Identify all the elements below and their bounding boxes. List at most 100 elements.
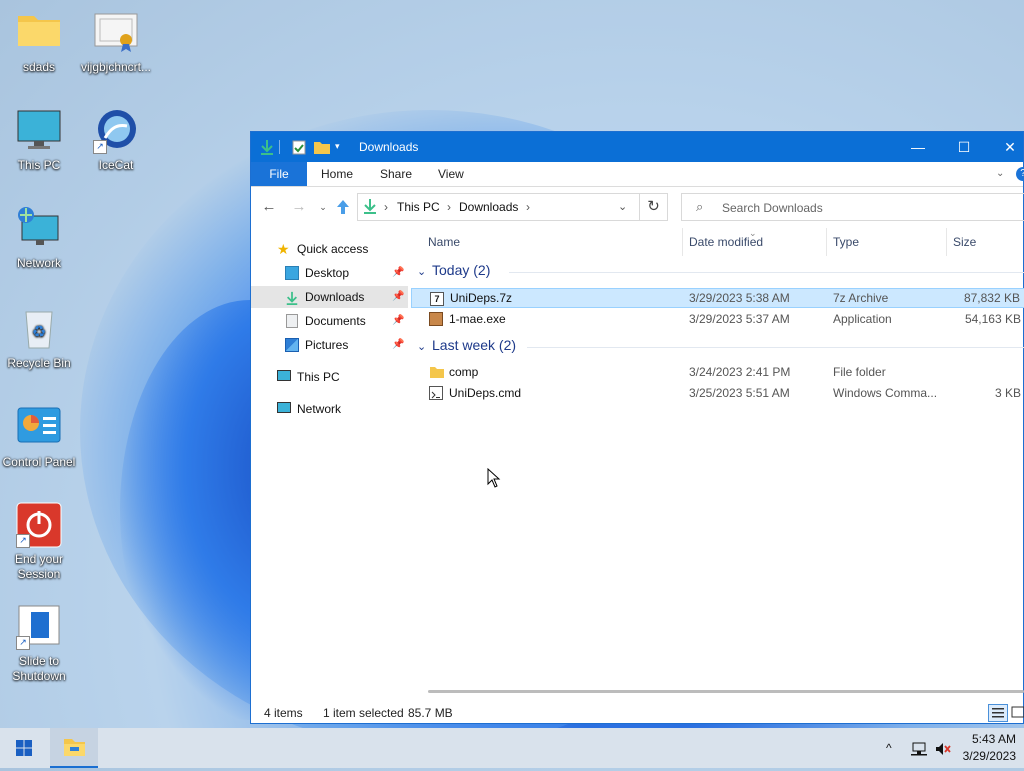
window-title: Downloads: [359, 140, 419, 154]
pin-icon[interactable]: 📌: [392, 334, 404, 356]
desktop-icon-label: Slide to Shutdown: [12, 654, 66, 683]
breadcrumb-separator-icon: ›: [384, 200, 388, 214]
start-button[interactable]: [0, 728, 48, 768]
file-row-1-mae-exe[interactable]: 1-mae.exe 3/29/2023 5:37 AM Application …: [411, 309, 1024, 329]
search-input[interactable]: ⌕ Search Downloads: [681, 193, 1024, 221]
nav-network[interactable]: Network: [251, 398, 408, 420]
status-size: 85.7 MB: [408, 706, 453, 720]
new-folder-icon[interactable]: [313, 139, 331, 155]
tab-home[interactable]: Home: [321, 162, 353, 186]
desktop-icon-network[interactable]: Network: [0, 206, 78, 271]
desktop-icon-end-session[interactable]: ↗ End your Session: [0, 502, 78, 582]
desktop-icon-label: Control Panel: [2, 455, 76, 469]
desktop-folder-icon: [285, 266, 299, 280]
chevron-down-icon[interactable]: ▾: [335, 141, 340, 157]
pin-icon[interactable]: 📌: [392, 286, 404, 308]
nav-quick-access[interactable]: ★ Quick access: [251, 238, 408, 260]
taskbar-file-explorer-button[interactable]: [50, 728, 98, 768]
file-date: 3/29/2023 5:37 AM: [689, 312, 790, 326]
tab-view[interactable]: View: [438, 162, 464, 186]
desktop-icon-label: sdads: [22, 60, 56, 74]
address-bar[interactable]: › This PC › Downloads › ⌄: [357, 193, 640, 221]
file-name: UniDeps.7z: [450, 291, 513, 305]
column-header-name[interactable]: Name: [428, 232, 460, 252]
breadcrumb-this-pc[interactable]: This PC: [397, 200, 440, 214]
folder-icon: [429, 365, 444, 379]
properties-icon[interactable]: [291, 139, 307, 155]
group-header-last-week[interactable]: ⌄ Last week (2): [415, 337, 1024, 357]
horizontal-scrollbar[interactable]: [428, 690, 1024, 693]
large-icons-view-button[interactable]: [1010, 704, 1024, 722]
file-row-unideps-cmd[interactable]: UniDeps.cmd 3/25/2023 5:51 AM Windows Co…: [411, 383, 1024, 403]
system-clock[interactable]: 5:43 AM 3/29/2023: [963, 731, 1016, 765]
file-date: 3/29/2023 5:38 AM: [689, 291, 790, 305]
show-hidden-icons-chevron-icon[interactable]: ^: [886, 728, 892, 768]
taskbar: ^ 5:43 AM 3/29/2023: [0, 728, 1024, 768]
file-name: UniDeps.cmd: [449, 386, 522, 400]
group-header-today[interactable]: ⌄ Today (2): [415, 262, 1024, 282]
desktop-icon-label: IceCat: [98, 158, 134, 172]
certificate-icon: [93, 10, 139, 56]
column-header-type[interactable]: Type: [833, 232, 859, 252]
nav-label: Documents: [305, 314, 366, 328]
nav-documents[interactable]: Documents 📌: [251, 310, 408, 332]
file-name: comp: [449, 365, 479, 379]
details-view-button[interactable]: [988, 704, 1008, 722]
desktop-icon-certificate[interactable]: vijgbjchncrt...: [77, 10, 155, 75]
desktop-icon-this-pc[interactable]: This PC: [0, 108, 78, 173]
nav-downloads[interactable]: Downloads 📌: [251, 286, 408, 308]
forward-arrow-icon[interactable]: →: [289, 197, 309, 217]
breadcrumb-separator-icon: ›: [447, 200, 451, 214]
file-row-unideps-7z[interactable]: 7 UniDeps.7z 3/29/2023 5:38 AM 7z Archiv…: [411, 288, 1024, 308]
maximize-button[interactable]: ☐: [941, 132, 987, 162]
volume-muted-icon[interactable]: [934, 728, 952, 768]
group-title: Today (2): [432, 262, 491, 278]
chevron-down-icon: ⌄: [417, 266, 427, 278]
desktop-icon-slide-shutdown[interactable]: ↗ Slide to Shutdown: [0, 604, 78, 684]
tab-file[interactable]: File: [251, 162, 307, 186]
recycle-bin-icon: ♻: [16, 306, 62, 352]
search-placeholder: Search Downloads: [722, 201, 823, 215]
recent-locations-chevron-icon[interactable]: ⌄: [313, 197, 333, 217]
close-button[interactable]: ✕: [987, 132, 1024, 162]
mouse-cursor-icon: [487, 468, 501, 488]
download-arrow-icon: [285, 290, 299, 305]
address-dropdown-icon[interactable]: ⌄: [618, 200, 627, 213]
up-arrow-icon[interactable]: [333, 197, 353, 217]
pin-icon[interactable]: 📌: [392, 262, 404, 284]
column-separator[interactable]: [826, 228, 827, 256]
column-separator[interactable]: [682, 228, 683, 256]
pin-icon[interactable]: 📌: [392, 310, 404, 332]
file-type: Windows Comma...: [833, 386, 938, 400]
status-bar: 4 items 1 item selected 85.7 MB: [251, 702, 1024, 724]
file-list: Name Date modified ⌄ Type Size ⌄ Today (…: [411, 228, 1024, 683]
power-icon: ↗: [16, 502, 62, 548]
file-date: 3/25/2023 5:51 AM: [689, 386, 790, 400]
help-icon[interactable]: ?: [1016, 167, 1024, 181]
desktop-icon-label: End your Session: [14, 552, 64, 581]
desktop-icon-label: Network: [16, 256, 61, 270]
column-separator[interactable]: [946, 228, 947, 256]
desktop-icon-control-panel[interactable]: Control Panel: [0, 405, 78, 470]
clock-time: 5:43 AM: [971, 732, 1016, 746]
nav-this-pc[interactable]: This PC: [251, 366, 408, 388]
network-icon: [16, 206, 62, 252]
ribbon-expand-icon[interactable]: ⌄: [996, 162, 1004, 186]
tab-share[interactable]: Share: [380, 162, 412, 186]
minimize-button[interactable]: —: [895, 132, 941, 162]
sort-chevron-icon: ⌄: [749, 228, 757, 238]
desktop-icon-icecat[interactable]: ↗ IceCat: [77, 108, 155, 173]
breadcrumb-downloads[interactable]: Downloads: [459, 200, 518, 214]
refresh-button[interactable]: ↻: [640, 193, 668, 221]
column-header-size[interactable]: Size: [953, 232, 976, 252]
monitor-icon: [16, 108, 62, 154]
nav-desktop[interactable]: Desktop 📌: [251, 262, 408, 284]
file-row-comp[interactable]: comp 3/24/2023 2:41 PM File folder: [411, 362, 1024, 382]
network-status-icon[interactable]: [910, 728, 928, 768]
back-arrow-icon[interactable]: ←: [259, 197, 279, 217]
desktop-icon-sdads[interactable]: sdads: [0, 10, 78, 75]
cmd-script-icon: [429, 386, 443, 400]
nav-pictures[interactable]: Pictures 📌: [251, 334, 408, 356]
nav-label: Pictures: [305, 338, 349, 352]
desktop-icon-recycle-bin[interactable]: ♻ Recycle Bin: [0, 306, 78, 371]
